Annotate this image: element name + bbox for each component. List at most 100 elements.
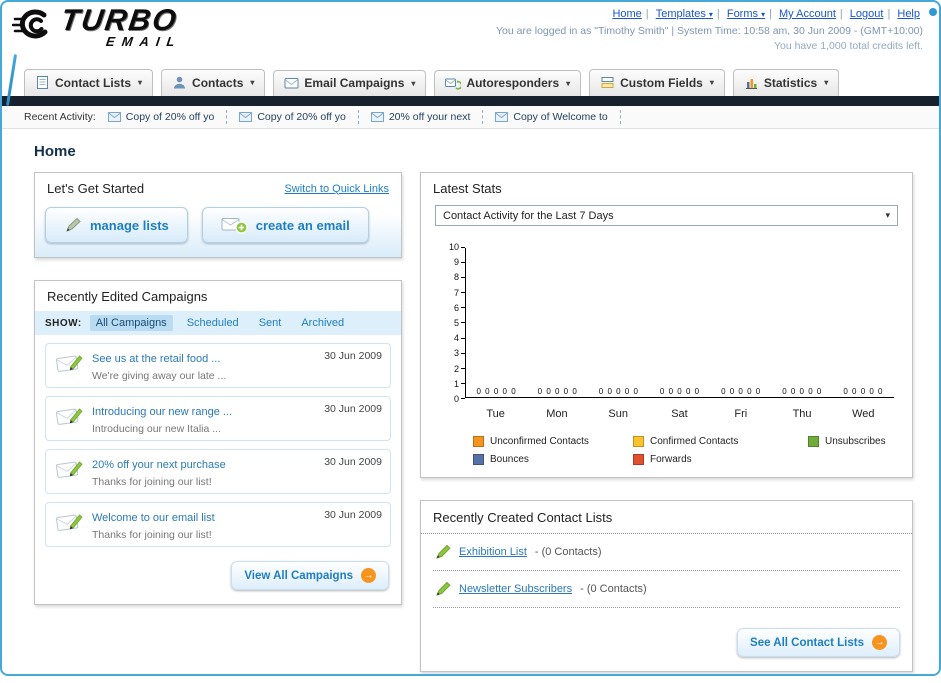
filter-scheduled[interactable]: Scheduled (181, 315, 245, 331)
edit-campaign-icon (54, 404, 84, 433)
tab-label: Contacts (192, 75, 244, 90)
recent-activity-item[interactable]: Copy of Welcome to (495, 110, 621, 124)
recent-activity-text: Copy of Welcome to (513, 111, 608, 123)
contact-list-link[interactable]: Exhibition List (459, 546, 527, 558)
campaign-text: Welcome to our email list Thanks for joi… (92, 508, 316, 541)
chevron-down-icon: ▾ (709, 78, 714, 87)
recent-activity-text: Copy of 20% off yo (125, 111, 215, 123)
credits-info: You have 1,000 total credits left. (773, 40, 923, 52)
filter-sent[interactable]: Sent (253, 315, 288, 331)
campaign-subtitle: Thanks for joining our list! (92, 476, 212, 488)
legend-label: Bounces (490, 454, 529, 465)
latest-stats-title: Latest Stats (433, 181, 502, 196)
top-link-forms-label: Forms (726, 8, 759, 20)
tab-email-campaigns[interactable]: Email Campaigns ▾ (273, 70, 427, 96)
campaign-filter-bar: SHOW: All Campaigns Scheduled Sent Archi… (35, 311, 401, 335)
tab-statistics[interactable]: Statistics ▾ (732, 69, 840, 96)
top-link-my-account[interactable]: My Account (779, 8, 836, 20)
link-separator: | (645, 8, 649, 20)
tab-label: Statistics (763, 75, 818, 90)
view-all-campaigns-button[interactable]: View All Campaigns → (231, 561, 389, 590)
get-started-title: Let's Get Started (47, 181, 145, 196)
decorative-dot (929, 8, 937, 16)
legend-item: Unsubscribes (808, 436, 900, 447)
filter-all-campaigns[interactable]: All Campaigns (89, 315, 173, 331)
tab-contacts[interactable]: Contacts ▾ (161, 69, 266, 96)
edit-campaign-icon (54, 510, 84, 539)
tab-label: Email Campaigns (304, 76, 405, 90)
campaign-title-link[interactable]: Introducing our new range ... (92, 406, 232, 418)
campaign-title-link[interactable]: See us at the retail food ... (92, 353, 220, 365)
contact-activity-chart: 10 9 8 7 6 5 4 3 2 1 0 0 0 0 0 00 0 0 0 00 0 0 0 0… (439, 242, 894, 404)
manage-lists-button[interactable]: manage lists (45, 207, 188, 243)
campaign-row[interactable]: Welcome to our email list Thanks for joi… (45, 502, 391, 547)
latest-stats-panel: Latest Stats Contact Activity for the La… (420, 172, 913, 478)
chevron-down-icon: ▾ (138, 78, 143, 87)
recent-activity-bar: Recent Activity: Copy of 20% off yo Copy… (2, 106, 939, 129)
chart-plot: 0 0 0 0 00 0 0 0 00 0 0 0 00 0 0 0 00 0 … (465, 248, 894, 398)
y-axis: 10 9 8 7 6 5 4 3 2 1 0 (439, 242, 465, 404)
top-link-help[interactable]: Help (897, 8, 920, 20)
legend-swatch (473, 436, 484, 447)
create-email-button[interactable]: create an email (201, 207, 369, 243)
stats-period-select[interactable]: Contact Activity for the Last 7 Days ▾ (435, 205, 898, 226)
legend-label: Forwards (650, 454, 692, 465)
contact-list-item[interactable]: Exhibition List - (0 Contacts) (433, 534, 900, 571)
recent-activity-item[interactable]: Copy of 20% off yo (107, 110, 228, 124)
campaign-date: 30 Jun 2009 (324, 456, 382, 468)
tab-contact-lists[interactable]: Contact Lists ▾ (24, 69, 154, 96)
tab-autoresponders[interactable]: Autoresponders ▾ (434, 70, 582, 96)
campaign-row[interactable]: See us at the retail food ... We're givi… (45, 343, 391, 388)
switch-quick-links-link[interactable]: Switch to Quick Links (284, 183, 389, 195)
custom-fields-icon (601, 77, 614, 88)
recent-activity-item[interactable]: 20% off your next (370, 110, 484, 124)
pencil-icon (66, 217, 81, 232)
top-link-forms[interactable]: Forms ▾ (727, 8, 765, 20)
x-axis-labels: Tue Mon Sun Sat Fri Thu Wed (486, 408, 875, 420)
main-content: Home Let's Get Started Switch to Quick L… (2, 129, 939, 674)
campaign-subtitle: Introducing our new Italia ... (92, 423, 221, 435)
campaign-title-link[interactable]: Welcome to our email list (92, 512, 215, 524)
legend-item: Forwards (633, 454, 798, 465)
logo-subtitle: EMAIL (105, 34, 183, 49)
top-link-home[interactable]: Home (612, 8, 641, 20)
contact-list-item[interactable]: Newsletter Subscribers - (0 Contacts) (433, 571, 900, 608)
app-logo: TURBO EMAIL (12, 4, 183, 49)
get-started-panel: Let's Get Started Switch to Quick Links … (34, 172, 402, 258)
contact-list-link[interactable]: Newsletter Subscribers (459, 583, 572, 595)
campaign-row[interactable]: Introducing our new range ... Introducin… (45, 396, 391, 441)
recent-activity-text: Copy of 20% off yo (257, 111, 346, 123)
campaign-text: See us at the retail food ... We're givi… (92, 349, 316, 382)
edit-campaign-icon (54, 457, 84, 486)
filter-archived[interactable]: Archived (295, 315, 350, 331)
see-all-contact-lists-button[interactable]: See All Contact Lists → (737, 628, 900, 657)
top-link-logout[interactable]: Logout (850, 8, 884, 20)
nav-divider-bar (2, 96, 939, 106)
campaign-row[interactable]: 20% off your next purchase Thanks for jo… (45, 449, 391, 494)
contacts-icon (174, 76, 186, 89)
campaign-title-link[interactable]: 20% off your next purchase (92, 459, 226, 471)
contact-list-count: - (0 Contacts) (534, 546, 602, 558)
tab-label: Contact Lists (55, 75, 132, 90)
recent-activity-label: Recent Activity: (24, 111, 96, 123)
legend-swatch (633, 454, 644, 465)
recent-activity-item[interactable]: Copy of 20% off yo (239, 110, 359, 124)
top-link-templates[interactable]: Templates ▾ (656, 8, 713, 20)
recent-activity-text: 20% off your next (388, 111, 471, 123)
chevron-down-icon: ▾ (824, 78, 829, 87)
tab-custom-fields[interactable]: Custom Fields ▾ (589, 69, 725, 96)
legend-label: Unsubscribes (825, 436, 886, 447)
edit-campaign-icon (54, 351, 84, 380)
chevron-down-icon: ▾ (708, 10, 713, 19)
legend-item: Bounces (473, 454, 623, 465)
arrow-right-icon: → (361, 568, 376, 583)
campaign-date: 30 Jun 2009 (324, 403, 382, 415)
chevron-down-icon: ▾ (761, 10, 766, 19)
envelope-icon (495, 112, 509, 122)
top-links: Home | Templates ▾ | Forms ▾ | My Account | … (496, 8, 923, 20)
contact-lists-icon (37, 76, 48, 89)
campaign-text: 20% off your next purchase Thanks for jo… (92, 455, 316, 488)
campaign-date: 30 Jun 2009 (324, 350, 382, 362)
chart-legend: Unconfirmed Contacts Confirmed Contacts … (473, 436, 900, 465)
envelope-icon (370, 112, 384, 122)
